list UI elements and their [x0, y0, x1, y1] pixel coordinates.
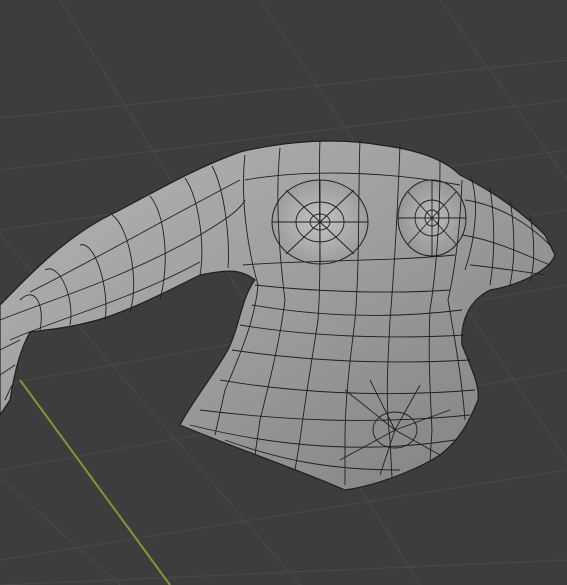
torso-mesh[interactable] — [0, 139, 556, 491]
3d-viewport[interactable] — [0, 0, 567, 585]
y-axis-line — [19, 379, 171, 585]
